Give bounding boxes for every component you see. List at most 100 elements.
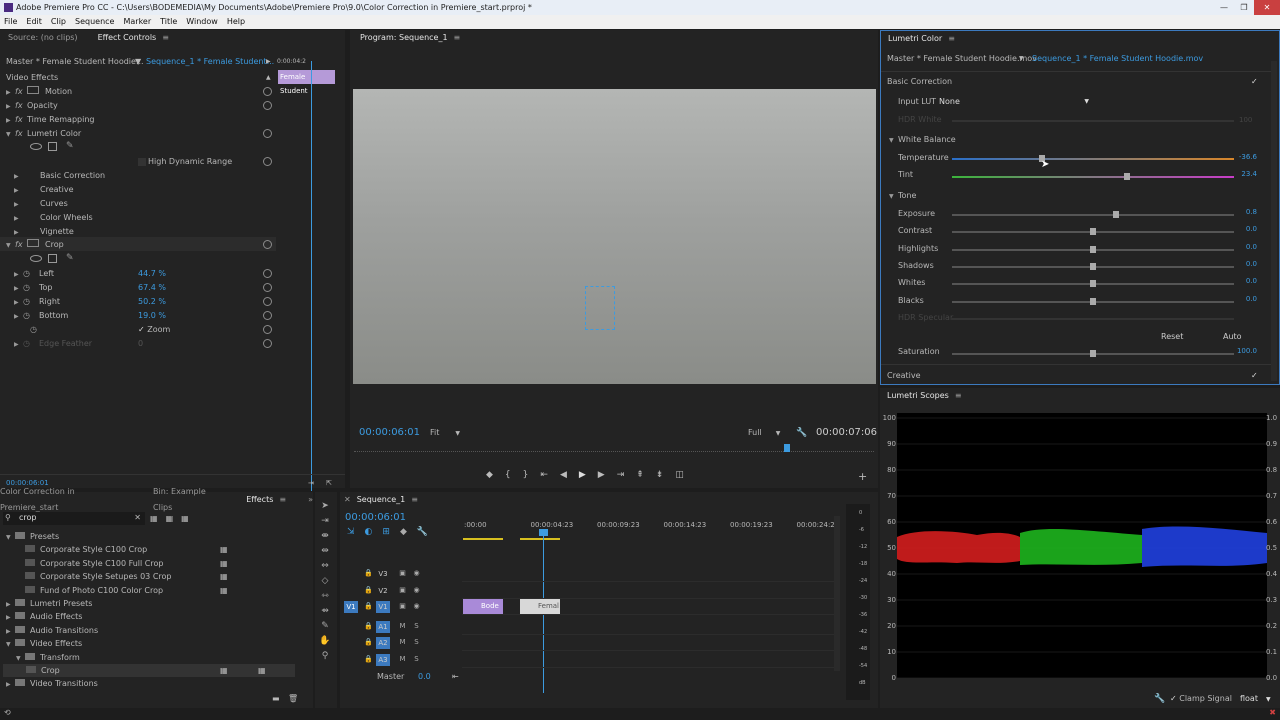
stopwatch-icon[interactable]: ◷: [23, 337, 39, 351]
edge-feather-value[interactable]: 0: [138, 337, 143, 351]
reset-icon[interactable]: [263, 311, 272, 320]
selection-tool-icon[interactable]: ➤: [318, 500, 332, 512]
panel-menu-icon[interactable]: ≡: [948, 31, 955, 47]
stopwatch-icon[interactable]: ◷: [23, 295, 39, 309]
solo-icon[interactable]: S: [412, 622, 421, 631]
menu-title[interactable]: Title: [160, 15, 177, 29]
slip-tool-icon[interactable]: ⇿: [318, 590, 332, 602]
expand-icon[interactable]: ▶: [14, 184, 40, 198]
step-forward-icon[interactable]: ▶: [598, 470, 605, 482]
expand-icon[interactable]: ▶: [14, 268, 23, 282]
clip-label-purple[interactable]: Female Student: [278, 70, 335, 95]
pen-tool-icon[interactable]: ✎: [318, 620, 332, 632]
eye-icon[interactable]: ◉: [412, 602, 421, 611]
tone-thumb[interactable]: [1090, 245, 1096, 253]
zoom-tool-icon[interactable]: ⚲: [318, 650, 332, 662]
tone-value[interactable]: 0.0: [1217, 295, 1257, 303]
work-area-bar[interactable]: [463, 538, 503, 540]
expand-icon[interactable]: ▶: [14, 212, 40, 226]
stopwatch-icon[interactable]: ◷: [30, 323, 37, 337]
crop-left-param[interactable]: ▶ ◷ Left: [14, 267, 54, 281]
rate-stretch-tool-icon[interactable]: ⇔: [318, 560, 332, 572]
collapse-icon[interactable]: ▼: [6, 531, 15, 544]
lumetri-sequence-label[interactable]: Sequence_1 * Female Student Hoodie.mov: [1032, 52, 1203, 66]
menu-clip[interactable]: Clip: [51, 15, 66, 29]
tab-bin[interactable]: Bin: Example Clips: [153, 484, 226, 516]
more-panels-icon[interactable]: »: [308, 492, 313, 508]
tab-lumetri-color[interactable]: Lumetri Color: [888, 31, 942, 47]
ellipse-mask-icon[interactable]: [30, 255, 42, 262]
tone-slider[interactable]: [952, 211, 1234, 218]
collapse-up-icon[interactable]: ▲: [266, 71, 271, 85]
resolution-dropdown[interactable]: Full ▼: [748, 426, 780, 440]
menu-edit[interactable]: Edit: [26, 15, 42, 29]
crop-bottom-param[interactable]: ▶ ◷ Bottom: [14, 309, 68, 323]
clamp-signal-checkbox[interactable]: ✓ Clamp Signal: [1170, 692, 1232, 706]
timeline-timecode[interactable]: 00:00:06:01: [345, 511, 406, 525]
track-name[interactable]: A1: [376, 621, 390, 633]
effects-tree-item[interactable]: ▶ Audio Effects: [6, 610, 82, 623]
tint-value[interactable]: 23.4: [1217, 170, 1257, 178]
linked-selection-icon[interactable]: ⊞: [382, 527, 390, 537]
lock-icon[interactable]: 🔒: [364, 638, 373, 647]
effect-lumetri-color[interactable]: ▼ fx Lumetri Color: [6, 127, 81, 141]
step-back-icon[interactable]: ◀: [560, 470, 567, 482]
add-marker-icon[interactable]: ◆: [400, 527, 407, 537]
close-tab-icon[interactable]: ✕: [344, 492, 351, 508]
ec-playhead[interactable]: [311, 61, 312, 491]
effects-tree-item[interactable]: Crop ▦ ▦: [26, 664, 266, 677]
effects-search-field[interactable]: ⚲ crop ✕: [3, 512, 145, 525]
eye-icon[interactable]: ◉: [412, 569, 421, 578]
close-button[interactable]: ✕: [1254, 0, 1280, 15]
menu-file[interactable]: File: [4, 15, 17, 29]
reset-button[interactable]: Reset: [1161, 330, 1183, 344]
basic-correction-checkbox[interactable]: ✓: [1251, 75, 1258, 89]
panel-menu-icon[interactable]: ≡: [411, 492, 418, 508]
stopwatch-icon[interactable]: ◷: [23, 309, 39, 323]
tone-slider[interactable]: [952, 280, 1234, 288]
effect-time-remapping[interactable]: ▶ fx Time Remapping: [6, 113, 94, 127]
reset-icon[interactable]: [263, 269, 272, 278]
snap-icon[interactable]: ◐: [365, 527, 373, 537]
lock-icon[interactable]: 🔒: [364, 622, 373, 631]
expand-icon[interactable]: ▶: [6, 625, 15, 638]
rolling-edit-tool-icon[interactable]: ⇹: [318, 545, 332, 557]
error-icon[interactable]: ✖: [1269, 708, 1276, 717]
panel-menu-icon[interactable]: ≡: [454, 30, 461, 46]
lift-icon[interactable]: ⇞: [636, 470, 644, 482]
ellipse-mask-icon[interactable]: [30, 143, 42, 150]
effects-tree-item[interactable]: Corporate Style C100 Crop ▦: [16, 543, 228, 556]
chevron-down-icon[interactable]: ▼: [1019, 52, 1024, 66]
sync-lock-icon[interactable]: ▣: [398, 586, 407, 595]
collapse-icon[interactable]: ▼: [6, 638, 15, 651]
program-playhead[interactable]: [784, 444, 790, 452]
lock-icon[interactable]: 🔒: [364, 569, 373, 578]
clip-female[interactable]: Femal: [520, 599, 560, 614]
reset-icon[interactable]: [263, 157, 272, 166]
play-button-icon[interactable]: ▶: [579, 470, 586, 482]
tab-sequence[interactable]: Sequence_1: [357, 492, 406, 508]
lumetri-scrollbar[interactable]: [1271, 61, 1277, 381]
tone-slider[interactable]: [952, 297, 1234, 305]
menu-window[interactable]: Window: [186, 15, 218, 29]
zoom-checkbox[interactable]: ✓ Zoom: [138, 323, 170, 337]
temperature-slider[interactable]: [952, 155, 1234, 162]
edge-feather-param[interactable]: ▶ ◷ Edge Feather: [14, 337, 92, 351]
program-time-ruler[interactable]: [354, 448, 874, 452]
waveform-scope[interactable]: [897, 413, 1267, 678]
export-frame-icon[interactable]: ◫: [675, 470, 684, 482]
tone-value[interactable]: 0.0: [1217, 225, 1257, 233]
tone-value[interactable]: 0.0: [1217, 260, 1257, 268]
reset-icon[interactable]: [263, 283, 272, 292]
crop-right-value[interactable]: 50.2 %: [138, 295, 166, 309]
stopwatch-icon[interactable]: ◷: [23, 281, 39, 295]
expand-icon[interactable]: ▶: [6, 678, 15, 691]
track-name[interactable]: V2: [376, 585, 390, 597]
reset-icon[interactable]: [263, 325, 272, 334]
mute-icon[interactable]: M: [398, 655, 407, 664]
panel-menu-icon[interactable]: ≡: [162, 30, 169, 46]
crop-bottom-value[interactable]: 19.0 %: [138, 309, 166, 323]
program-timecode-left[interactable]: 00:00:06:01: [359, 426, 420, 440]
tone-thumb[interactable]: [1090, 262, 1096, 270]
panel-menu-icon[interactable]: ≡: [955, 388, 962, 404]
